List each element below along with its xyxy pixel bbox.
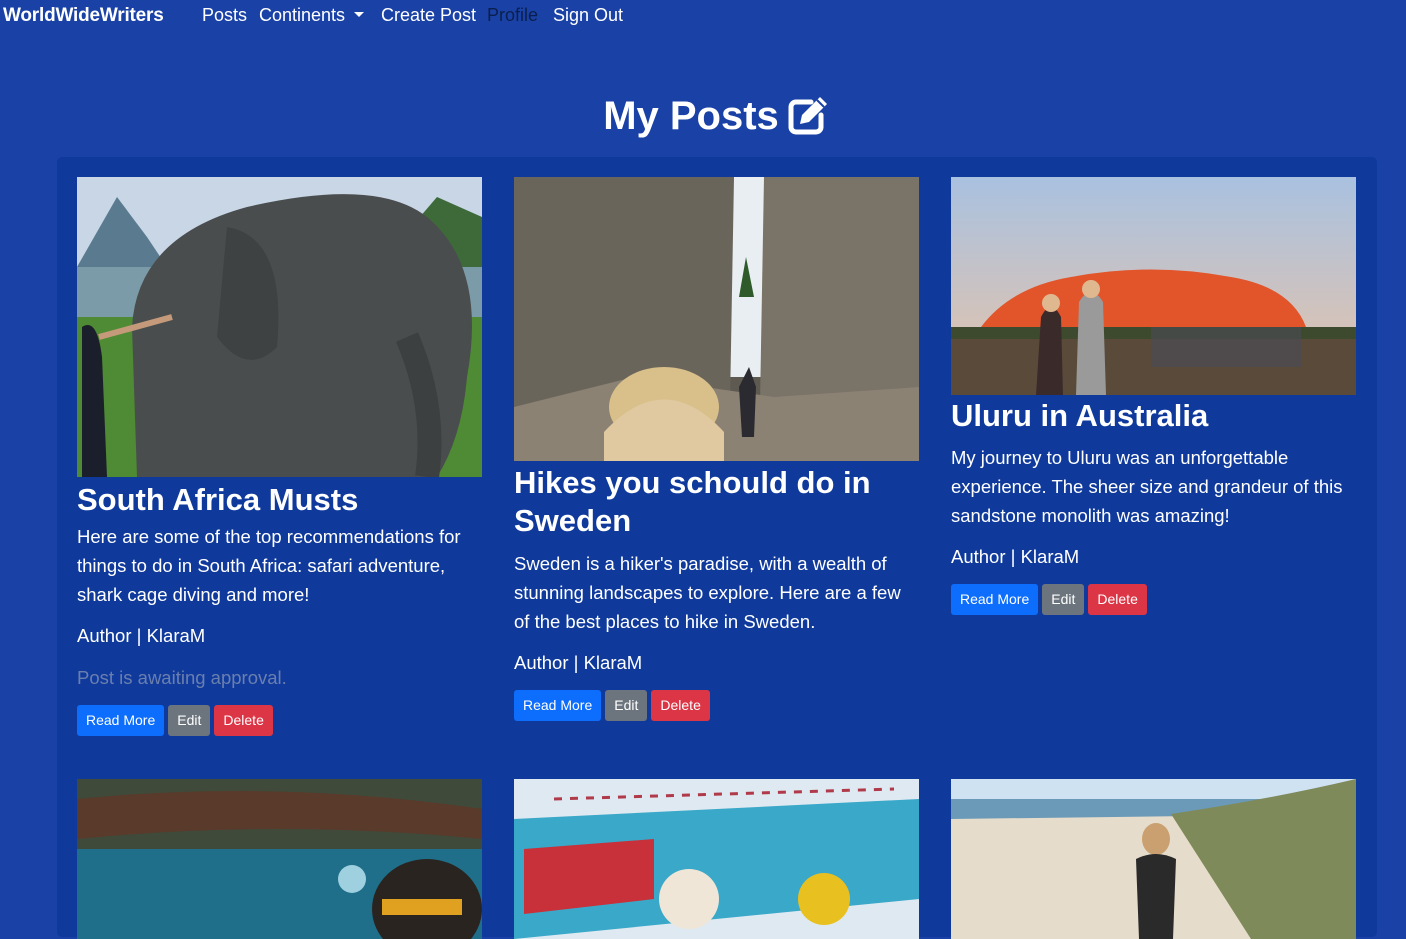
beach-photo[interactable] [951, 779, 1356, 939]
approval-status: Post is awaiting approval. [77, 667, 287, 688]
krusty-sign-photo[interactable] [514, 779, 919, 939]
post-actions: Read More Edit Delete [514, 690, 919, 721]
edit-button[interactable]: Edit [1042, 584, 1085, 615]
read-more-button[interactable]: Read More [77, 705, 165, 736]
post-actions: Read More Edit Delete [951, 584, 1356, 615]
post-title[interactable]: South Africa Musts [77, 481, 482, 519]
post-author: Author | KlaraM [77, 625, 206, 646]
post-excerpt: Here are some of the top recommendations… [77, 526, 461, 605]
post-author: Author | KlaraM [951, 546, 1080, 567]
elephant-photo[interactable] [77, 177, 482, 477]
canyon-hike-photo[interactable] [514, 177, 919, 461]
read-more-button[interactable]: Read More [514, 690, 602, 721]
post-title[interactable]: Hikes you schould do in Sweden [514, 464, 919, 540]
read-more-button[interactable]: Read More [951, 584, 1039, 615]
post-card-6 [951, 779, 1356, 939]
post-card-sweden: Hikes you schould do in Sweden Sweden is… [514, 177, 919, 721]
brand-logo[interactable]: WorldWideWriters [3, 5, 164, 27]
edit-square-icon [788, 97, 827, 135]
page-title: My Posts [0, 94, 1406, 139]
posts-panel: South Africa Musts Here are some of the … [57, 157, 1377, 939]
post-actions: Read More Edit Delete [77, 705, 482, 736]
uluru-photo[interactable] [951, 177, 1356, 395]
post-author: Author | KlaraM [514, 652, 643, 673]
nav-continents-label: Continents [259, 5, 346, 25]
edit-button[interactable]: Edit [605, 690, 648, 721]
post-card-south-africa: South Africa Musts Here are some of the … [77, 177, 482, 736]
edit-button[interactable]: Edit [168, 705, 211, 736]
nav-create-post[interactable]: Create Post [381, 5, 476, 26]
post-card-4 [77, 779, 482, 939]
delete-button[interactable]: Delete [214, 705, 273, 736]
nav-continents-dropdown[interactable]: Continents [259, 5, 365, 26]
nav-profile[interactable]: Profile [487, 5, 538, 26]
chevron-down-icon [354, 12, 365, 17]
post-card-5 [514, 779, 919, 939]
underwater-diving-photo[interactable] [77, 779, 482, 939]
nav-posts[interactable]: Posts [202, 5, 247, 26]
post-title[interactable]: Uluru in Australia [951, 397, 1356, 435]
page-title-text: My Posts [603, 94, 779, 138]
delete-button[interactable]: Delete [1088, 584, 1147, 615]
post-excerpt: My journey to Uluru was an unforgettable… [951, 447, 1343, 526]
post-card-uluru: Uluru in Australia My journey to Uluru w… [951, 177, 1356, 615]
nav-sign-out[interactable]: Sign Out [553, 5, 623, 26]
top-navbar: WorldWideWriters Posts Continents Create… [0, 0, 1406, 34]
post-excerpt: Sweden is a hiker's paradise, with a wea… [514, 553, 901, 632]
delete-button[interactable]: Delete [651, 690, 710, 721]
